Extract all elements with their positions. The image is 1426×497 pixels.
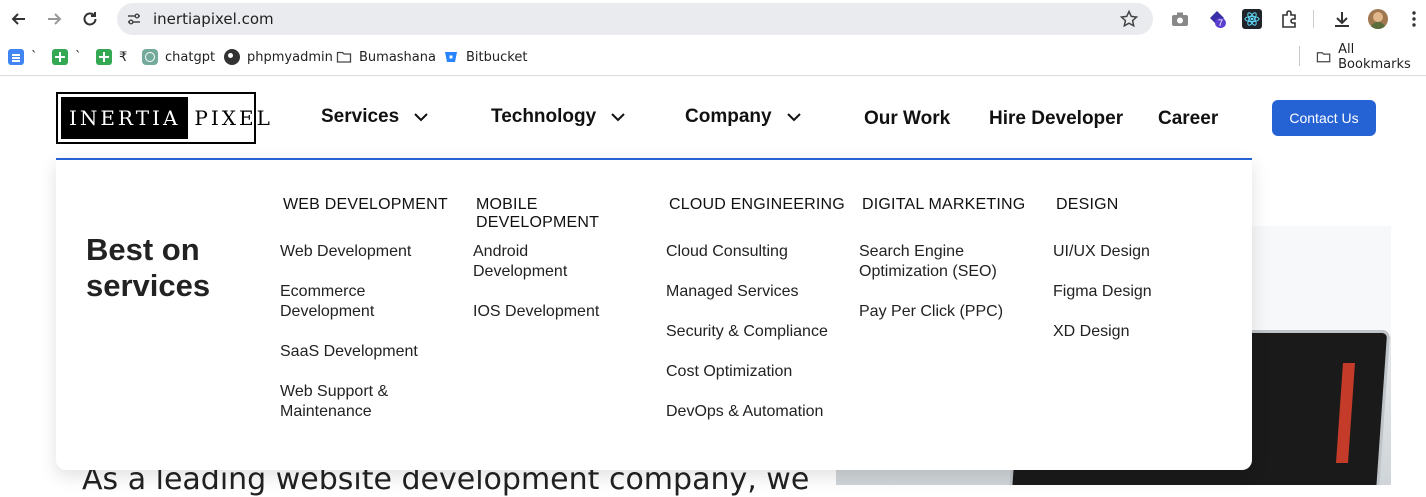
nav-company-label: Company: [685, 106, 772, 127]
reload-button[interactable]: [79, 8, 101, 30]
forward-button[interactable]: [43, 8, 65, 30]
nav-career[interactable]: Career: [1158, 106, 1218, 132]
forward-arrow-icon: [48, 13, 62, 25]
bookmark-docs[interactable]: `: [8, 47, 38, 67]
column-heading: WEB DEVELOPMENT: [283, 196, 448, 213]
menu-link[interactable]: Android Development: [473, 242, 623, 282]
bookmark-label: `: [75, 49, 82, 65]
menu-link[interactable]: Security & Compliance: [666, 322, 836, 342]
extension-badge: 7: [1215, 18, 1227, 28]
menu-link[interactable]: Managed Services: [666, 282, 816, 302]
profile-avatar[interactable]: [1368, 9, 1388, 29]
bookmark-label: Bitbucket: [466, 49, 528, 65]
bookmark-chatgpt[interactable]: chatgpt: [142, 47, 215, 67]
logo-inertia: INERTIA: [61, 97, 189, 139]
menu-link[interactable]: Ecommerce Development: [280, 282, 430, 322]
extensions-puzzle-icon[interactable]: [1279, 9, 1299, 29]
menu-link[interactable]: XD Design: [1053, 322, 1203, 342]
bookmark-label: phpmyadmin: [247, 49, 333, 65]
menu-column-mobile-development: MOBILE DEVELOPMENT Android Development I…: [473, 196, 663, 342]
chevron-down-icon: [414, 113, 428, 122]
column-heading: DIGITAL MARKETING: [862, 196, 1026, 213]
contact-us-button[interactable]: Contact Us: [1272, 100, 1376, 136]
nav-technology-label: Technology: [491, 106, 597, 127]
camera-icon[interactable]: [1170, 9, 1190, 29]
menu-column-web-development: WEB DEVELOPMENT Web Development Ecommerc…: [280, 196, 470, 442]
menu-link[interactable]: DevOps & Automation: [666, 402, 836, 422]
mega-menu-title: Best on services: [86, 232, 211, 303]
menu-column-design: DESIGN UI/UX Design Figma Design XD Desi…: [1053, 196, 1243, 362]
site-settings-icon[interactable]: [126, 11, 142, 27]
reload-icon: [83, 12, 97, 26]
services-mega-menu: Best on services WEB DEVELOPMENT Web Dev…: [56, 158, 1252, 470]
menu-link[interactable]: Web Development: [280, 242, 430, 262]
menu-link[interactable]: Web Support & Maintenance: [280, 382, 430, 422]
menu-column-cloud-engineering: CLOUD ENGINEERING Cloud Consulting Manag…: [666, 196, 856, 442]
bookmarks-divider: [1299, 46, 1300, 66]
logo-pixel: PIXEL: [194, 106, 273, 130]
bitbucket-icon: [445, 52, 457, 62]
nav-services-label: Services: [321, 106, 400, 127]
menu-link[interactable]: Pay Per Click (PPC): [859, 302, 1029, 322]
bookmark-sheets-2[interactable]: ₹: [96, 47, 127, 67]
bookmark-label: ₹: [119, 49, 128, 65]
menu-link[interactable]: IOS Development: [473, 302, 623, 322]
sheets-icon: [52, 49, 68, 65]
react-devtools-icon[interactable]: [1242, 9, 1262, 29]
menu-column-digital-marketing: DIGITAL MARKETING Search Engine Optimiza…: [859, 196, 1049, 342]
sheets-icon: [96, 49, 112, 65]
nav-technology[interactable]: Technology: [491, 104, 626, 130]
url-text[interactable]: inertiapixel.com: [153, 10, 274, 28]
nav-our-work[interactable]: Our Work: [864, 106, 950, 132]
globe-icon: [224, 49, 240, 65]
chevron-down-icon: [786, 113, 801, 122]
bookmark-label: Bumashana: [359, 49, 436, 65]
browser-toolbar: inertiapixel.com 7: [0, 0, 1426, 38]
menu-link[interactable]: SaaS Development: [280, 342, 430, 362]
bookmark-bitbucket[interactable]: Bitbucket: [443, 47, 527, 67]
column-heading: CLOUD ENGINEERING: [669, 196, 845, 213]
laptop-screen-detail: [1335, 363, 1355, 463]
bookmark-label: chatgpt: [165, 49, 216, 65]
bookmark-label: `: [31, 49, 38, 65]
site-logo[interactable]: INERTIA PIXEL: [56, 92, 270, 144]
all-bookmarks-label: All Bookmarks: [1338, 42, 1411, 72]
menu-link[interactable]: Cost Optimization: [666, 362, 816, 382]
all-bookmarks-button[interactable]: All Bookmarks: [1316, 42, 1426, 72]
menu-link[interactable]: Figma Design: [1053, 282, 1203, 302]
chatgpt-icon: [142, 49, 158, 65]
address-bar[interactable]: inertiapixel.com: [117, 3, 1153, 35]
bookmark-bumashana[interactable]: Bumashana: [336, 47, 436, 67]
toolbar-divider: [1313, 10, 1314, 28]
back-button[interactable]: [8, 8, 30, 30]
more-menu-icon[interactable]: [1404, 9, 1424, 29]
chevron-down-icon: [611, 113, 625, 122]
menu-link[interactable]: Search Engine Optimization (SEO): [859, 242, 1009, 282]
bookmark-sheets-1[interactable]: `: [52, 47, 82, 67]
folder-icon: [1316, 52, 1331, 63]
bookmarks-bar: ` ` ₹ chatgpt phpmyadmin Bumashana Bitbu…: [0, 38, 1426, 76]
nav-hire-developer[interactable]: Hire Developer: [989, 106, 1123, 132]
bookmark-star-icon[interactable]: [1119, 9, 1139, 29]
download-icon[interactable]: [1332, 9, 1352, 29]
column-heading: DESIGN: [1056, 196, 1119, 213]
bookmark-phpmyadmin[interactable]: phpmyadmin: [224, 47, 333, 67]
nav-services[interactable]: Services: [321, 104, 429, 130]
folder-icon: [336, 51, 352, 63]
docs-icon: [8, 49, 24, 65]
back-arrow-icon: [11, 13, 25, 25]
nav-company[interactable]: Company: [685, 104, 802, 130]
menu-link[interactable]: UI/UX Design: [1053, 242, 1203, 262]
menu-link[interactable]: Cloud Consulting: [666, 242, 816, 262]
extension-badge-button[interactable]: 7: [1207, 9, 1227, 29]
column-heading: MOBILE DEVELOPMENT: [476, 196, 600, 231]
